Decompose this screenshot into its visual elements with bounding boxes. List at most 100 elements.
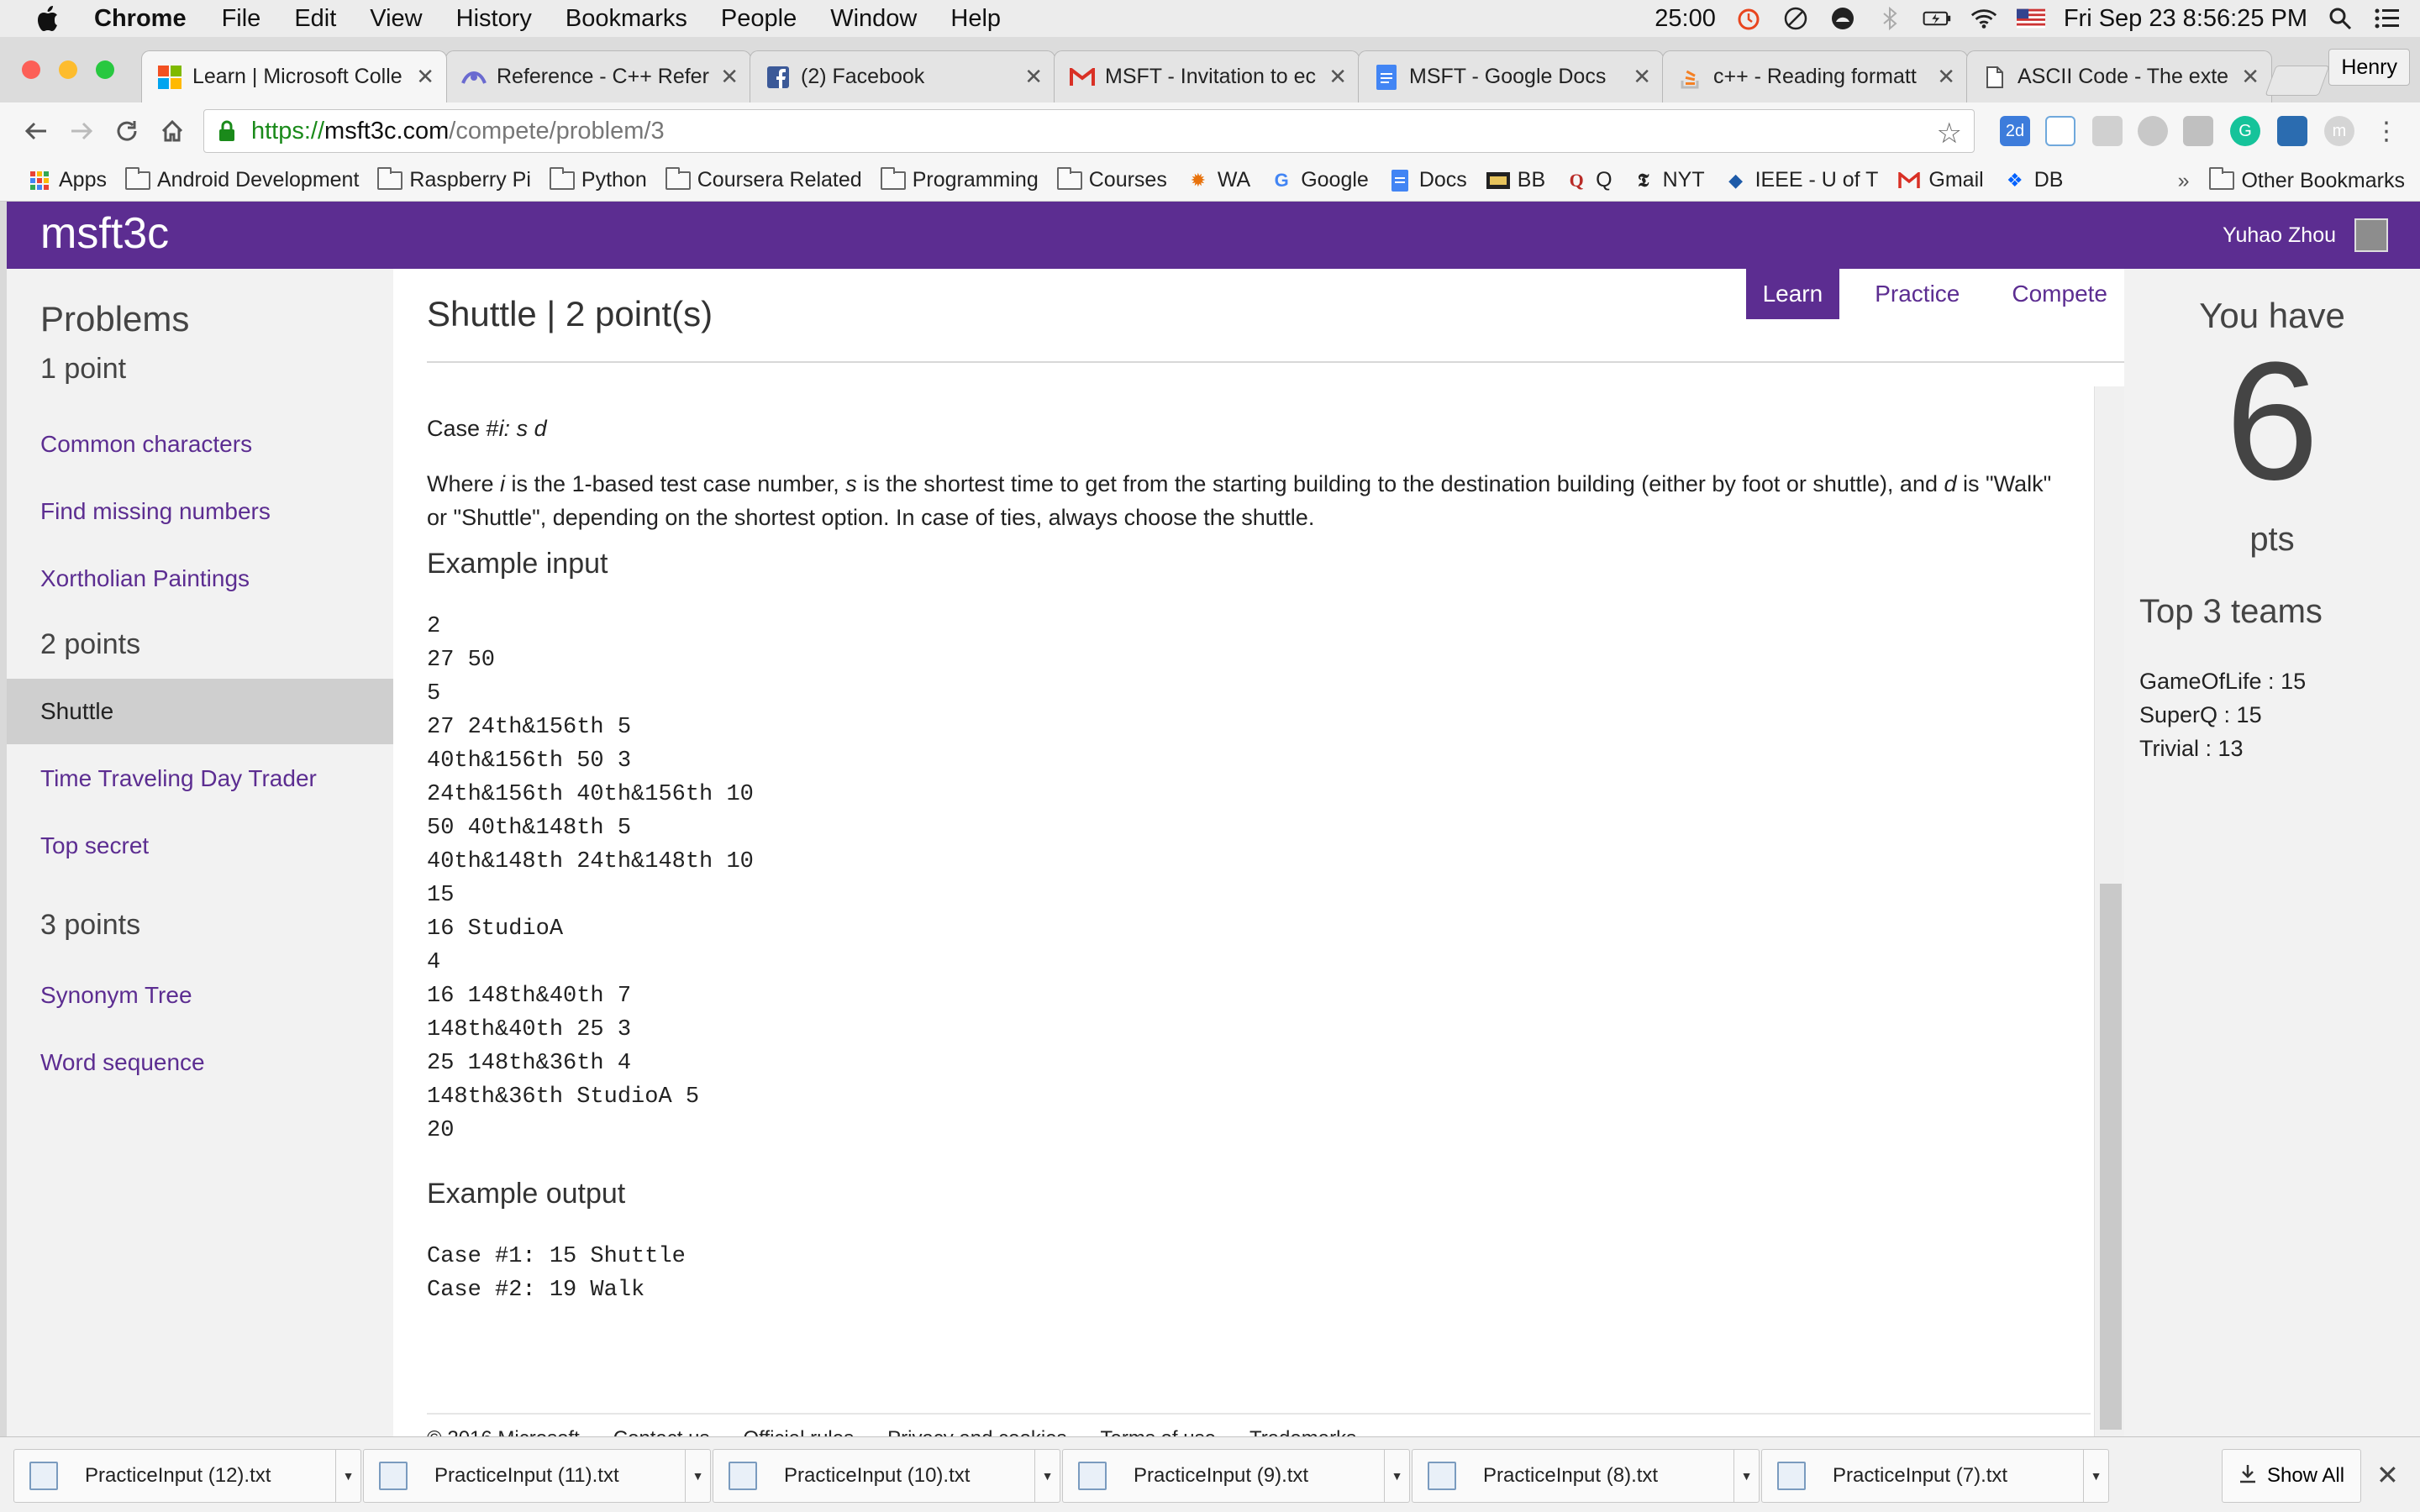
bookmark-wa[interactable]: ✹ WA	[1186, 168, 1251, 192]
site-brand[interactable]: msft3c	[40, 208, 169, 259]
drive-extension-icon[interactable]	[2183, 116, 2213, 146]
footer-link-terms[interactable]: Terms of use	[1101, 1427, 1216, 1436]
download-menu-arrow-icon[interactable]: ▼	[1034, 1450, 1060, 1502]
tab-gmail-invitation[interactable]: MSFT - Invitation to ec ✕	[1054, 50, 1360, 102]
tab-practice[interactable]: Practice	[1858, 269, 1976, 319]
m-extension-icon[interactable]: m	[2324, 116, 2354, 146]
bookmark-python[interactable]: Python	[549, 166, 647, 192]
show-all-downloads-button[interactable]: Show All	[2222, 1449, 2361, 1503]
download-menu-arrow-icon[interactable]: ▼	[335, 1450, 360, 1502]
problem-shuttle[interactable]: Shuttle	[7, 679, 393, 744]
problem-top-secret[interactable]: Top secret	[7, 813, 393, 879]
download-menu-arrow-icon[interactable]: ▼	[685, 1450, 710, 1502]
sync-status-icon[interactable]	[1828, 4, 1857, 33]
bookmark-raspberry-pi[interactable]: Raspberry Pi	[377, 166, 531, 192]
download-item[interactable]: PracticeInput (10).txt ▼	[713, 1449, 1060, 1503]
tab-cpp-reference[interactable]: Reference - C++ Refer ✕	[445, 50, 751, 102]
menu-bookmarks[interactable]: Bookmarks	[566, 5, 687, 33]
home-icon[interactable]	[150, 108, 195, 154]
reload-icon[interactable]	[104, 108, 150, 154]
tab-learn[interactable]: Learn	[1745, 269, 1840, 319]
window-minimize-button[interactable]	[59, 60, 77, 79]
tab-close-icon[interactable]: ✕	[416, 64, 434, 90]
user-name[interactable]: Yuhao Zhou	[2223, 223, 2336, 248]
window-close-button[interactable]	[22, 60, 40, 79]
tab-facebook[interactable]: (2) Facebook ✕	[750, 50, 1055, 102]
web-extension-icon[interactable]	[2138, 116, 2168, 146]
download-menu-arrow-icon[interactable]: ▼	[1384, 1450, 1409, 1502]
us-flag-input-icon[interactable]	[2016, 4, 2045, 33]
battery-icon[interactable]	[1923, 4, 1951, 33]
notification-center-icon[interactable]	[2373, 4, 2402, 33]
bookmark-docs[interactable]: Docs	[1387, 168, 1467, 192]
menu-file[interactable]: File	[222, 5, 261, 33]
tomato-timer-icon[interactable]	[1734, 4, 1763, 33]
dropbox-extension-icon[interactable]	[2092, 116, 2123, 146]
menu-help[interactable]: Help	[950, 5, 1001, 33]
address-bar[interactable]: https://msft3c.com/compete/problem/3 ☆	[203, 109, 1975, 153]
bookmark-db[interactable]: ❖ DB	[2002, 168, 2064, 192]
footer-link-privacy[interactable]: Privacy and cookies	[887, 1427, 1066, 1436]
tab-close-icon[interactable]: ✕	[1937, 64, 1955, 90]
bookmark-coursera-related[interactable]: Coursera Related	[665, 166, 862, 192]
tab-close-icon[interactable]: ✕	[1024, 64, 1043, 90]
content-scrollbar[interactable]	[2094, 386, 2124, 1436]
download-item[interactable]: PracticeInput (12).txt ▼	[13, 1449, 361, 1503]
menu-view[interactable]: View	[370, 5, 422, 33]
clock-extension-icon[interactable]	[2045, 116, 2075, 146]
bookmark-q[interactable]: QQ	[1564, 168, 1612, 192]
bookmark-gmail[interactable]: Gmail	[1897, 168, 1984, 192]
bookmark-android-development[interactable]: Android Development	[124, 166, 359, 192]
forward-arrow-icon[interactable]	[59, 108, 104, 154]
bookmark-bb[interactable]: BB	[1486, 168, 1545, 192]
footer-link-trademarks[interactable]: Trademarks	[1249, 1427, 1356, 1436]
bookmark-apps[interactable]: Apps	[27, 168, 107, 192]
tab-close-icon[interactable]: ✕	[1328, 64, 1347, 90]
bookmark-courses[interactable]: Courses	[1056, 166, 1167, 192]
reader-extension-icon[interactable]	[2277, 116, 2307, 146]
do-not-disturb-icon[interactable]	[1781, 4, 1810, 33]
download-item[interactable]: PracticeInput (9).txt ▼	[1062, 1449, 1410, 1503]
problem-common-characters[interactable]: Common characters	[7, 412, 393, 477]
tab-google-docs[interactable]: MSFT - Google Docs ✕	[1358, 50, 1664, 102]
secure-lock-icon[interactable]	[218, 120, 239, 142]
download-menu-arrow-icon[interactable]: ▼	[1733, 1450, 1759, 1502]
problem-synonym-tree[interactable]: Synonym Tree	[7, 963, 393, 1028]
problem-xortholian-paintings[interactable]: Xortholian Paintings	[7, 546, 393, 612]
menu-history[interactable]: History	[456, 5, 532, 33]
pomodoro-timer[interactable]: 25:00	[1655, 5, 1716, 33]
new-tab-button[interactable]	[2265, 66, 2330, 96]
footer-link-contact[interactable]: Contact us	[613, 1427, 710, 1436]
download-item[interactable]: PracticeInput (8).txt ▼	[1412, 1449, 1760, 1503]
back-arrow-icon[interactable]	[13, 108, 59, 154]
profile-button[interactable]: Henry	[2328, 49, 2410, 86]
scrollbar-thumb[interactable]	[2100, 884, 2122, 1430]
bookmark-programming[interactable]: Programming	[880, 166, 1039, 192]
wifi-icon[interactable]	[1970, 4, 1998, 33]
chrome-menu-icon[interactable]: ⋮	[2371, 116, 2402, 146]
tab-close-icon[interactable]: ✕	[1633, 64, 1651, 90]
calendar-extension-icon[interactable]: 2d	[2000, 116, 2030, 146]
tab-learn-microsoft[interactable]: Learn | Microsoft Colle ✕	[141, 50, 447, 102]
menu-people[interactable]: People	[721, 5, 797, 33]
bookmark-nyt[interactable]: 𝕿 NYT	[1631, 168, 1705, 192]
menu-window[interactable]: Window	[830, 5, 917, 33]
close-downloads-icon[interactable]: ✕	[2376, 1459, 2399, 1491]
tab-stackoverflow[interactable]: c++ - Reading formatt ✕	[1662, 50, 1968, 102]
spotlight-search-icon[interactable]	[2326, 4, 2354, 33]
bookmark-other-bookmarks[interactable]: Other Bookmarks	[2209, 167, 2405, 193]
avatar[interactable]	[2354, 218, 2388, 252]
bookmarks-overflow-icon[interactable]: »	[2178, 169, 2190, 193]
download-item[interactable]: PracticeInput (11).txt ▼	[363, 1449, 711, 1503]
apple-icon[interactable]	[32, 0, 66, 37]
tab-close-icon[interactable]: ✕	[2241, 64, 2260, 90]
bluetooth-icon[interactable]	[1876, 4, 1904, 33]
problem-word-sequence[interactable]: Word sequence	[7, 1030, 393, 1095]
clock[interactable]: Fri Sep 23 8:56:25 PM	[2064, 5, 2307, 33]
footer-link-official-rules[interactable]: Official rules	[744, 1427, 855, 1436]
bookmark-ieee-u-of-t[interactable]: ◆ IEEE - U of T	[1723, 168, 1878, 192]
grammarly-icon[interactable]: G	[2230, 116, 2260, 146]
bookmark-google[interactable]: G Google	[1269, 168, 1369, 192]
tab-compete[interactable]: Compete	[1995, 269, 2124, 319]
menu-app-name[interactable]: Chrome	[94, 5, 187, 33]
